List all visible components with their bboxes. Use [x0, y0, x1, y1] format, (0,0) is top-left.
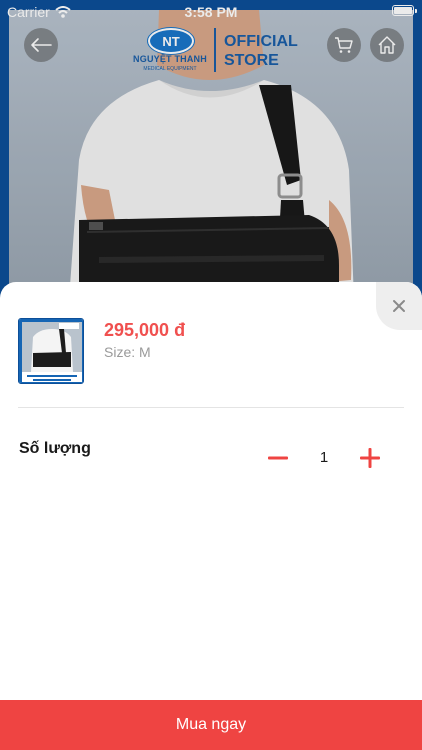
quantity-value[interactable]: 1: [309, 449, 339, 466]
selected-size: Size: M: [104, 344, 151, 360]
quantity-label: Số lượng: [19, 440, 91, 457]
minus-icon: [268, 456, 288, 460]
close-icon: [393, 300, 405, 312]
section-divider: [18, 407, 404, 408]
quantity-decrease-button[interactable]: [264, 446, 292, 470]
quantity-increase-button[interactable]: [356, 446, 384, 470]
close-button[interactable]: [376, 282, 422, 330]
buy-now-button[interactable]: Mua ngay: [0, 700, 422, 750]
product-price: 295,000 đ: [104, 320, 186, 340]
variant-bottom-sheet: 295,000 đ Size: M Số lượng 1: [0, 282, 422, 750]
product-thumbnail: [18, 318, 84, 384]
product-thumbnail-image: [19, 319, 83, 383]
product-detail-screen: Carrier 3:58 PM NT NGUYỆT THANH MEDICAL …: [0, 0, 422, 750]
plus-icon: [360, 448, 380, 468]
modal-backdrop[interactable]: [0, 0, 422, 300]
